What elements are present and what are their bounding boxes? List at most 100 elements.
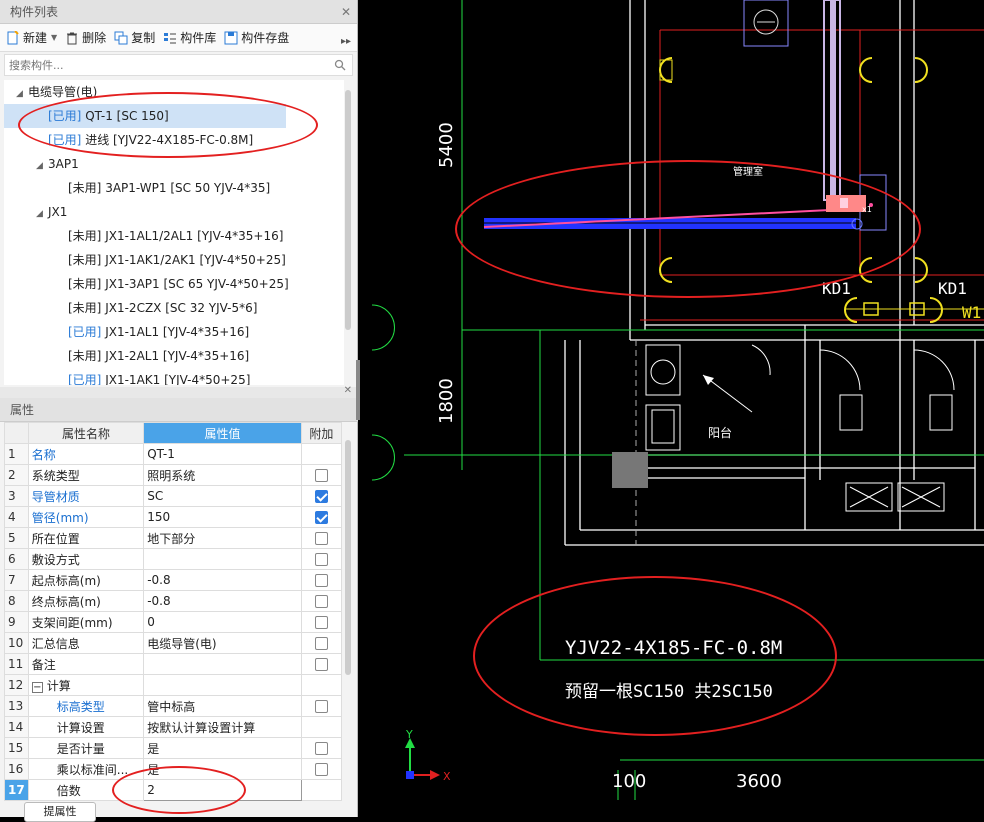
prop-value[interactable]	[143, 548, 302, 570]
more-icon[interactable]: ▸▸	[341, 36, 351, 47]
prop-value[interactable]: 是	[143, 758, 302, 780]
save-component-button[interactable]: 构件存盘	[224, 29, 289, 46]
table-row[interactable]: 8 终点标高(m) -0.8	[4, 590, 343, 612]
table-row[interactable]: 2 系统类型 照明系统	[4, 464, 343, 486]
prop-name: 是否计量	[27, 737, 145, 759]
delete-button[interactable]: 删除	[65, 29, 106, 46]
extra-cell	[300, 674, 343, 696]
tree-item-status: [未用]	[68, 301, 102, 315]
close-icon[interactable]: ✕	[341, 0, 351, 24]
node-label: x1	[862, 205, 872, 214]
extra-checkbox[interactable]	[314, 763, 328, 776]
search-bar	[4, 54, 353, 76]
w1-label: W1	[962, 303, 981, 322]
prop-value[interactable]: 按默认计算设置计算	[143, 716, 302, 738]
prop-value[interactable]: 电缆导管(电)	[143, 632, 302, 654]
collapse-arrow-icon[interactable]: ◢	[36, 154, 48, 178]
prop-value[interactable]: 地下部分	[143, 527, 302, 549]
prop-value[interactable]	[143, 653, 302, 675]
copy-icon	[114, 31, 128, 44]
tree-item-jinxian[interactable]: [已用] 进线 [YJV22-4X185-FC-0.8M]	[4, 128, 344, 152]
close-icon[interactable]: ✕	[344, 385, 352, 396]
collapse-arrow-icon[interactable]: ◢	[36, 202, 48, 226]
extra-checkbox[interactable]	[314, 490, 328, 503]
prop-value[interactable]: -0.8	[143, 569, 302, 591]
prop-name: 系统类型	[27, 464, 145, 486]
table-row[interactable]: 5 所在位置 地下部分	[4, 527, 343, 549]
extra-checkbox[interactable]	[314, 595, 328, 608]
tree-scrollbar[interactable]	[345, 90, 351, 330]
table-row[interactable]: 13 标高类型 管中标高	[4, 695, 343, 717]
search-input[interactable]	[9, 58, 334, 72]
extra-checkbox[interactable]	[314, 616, 328, 629]
table-row[interactable]: 4 管径(mm) 150	[4, 506, 343, 528]
table-row[interactable]: 11 备注	[4, 653, 343, 675]
table-row-selected[interactable]: 17 倍数 2	[4, 779, 343, 801]
table-row[interactable]: 7 起点标高(m) -0.8	[4, 569, 343, 591]
extra-checkbox[interactable]	[314, 532, 328, 545]
prop-value[interactable]: 是	[143, 737, 302, 759]
new-button[interactable]: 新建 ▼	[6, 29, 57, 46]
prop-value[interactable]: SC	[143, 485, 302, 507]
row-index: 9	[4, 611, 29, 633]
tree-item-label: 3AP1-WP1 [SC 50 YJV-4*35]	[105, 181, 271, 195]
table-row[interactable]: 10 汇总信息 电缆导管(电)	[4, 632, 343, 654]
tree-group-3ap1[interactable]: ◢ 3AP1	[4, 152, 344, 176]
chevron-down-icon[interactable]: ▼	[51, 33, 57, 42]
extract-props-button[interactable]: 提属性	[24, 802, 96, 822]
copy-button[interactable]: 复制	[114, 29, 155, 46]
collapse-icon[interactable]: −	[31, 681, 43, 693]
prop-value[interactable]: -0.8	[143, 590, 302, 612]
extra-checkbox[interactable]	[314, 511, 328, 524]
row-index: 1	[4, 443, 29, 465]
row-index: 3	[4, 485, 29, 507]
table-row[interactable]: 1 名称 QT-1	[4, 443, 343, 465]
tree-item[interactable]: [未用] JX1-2CZX [SC 32 YJV-5*6]	[4, 296, 344, 320]
tree-root[interactable]: ◢ 电缆导管(电)	[4, 80, 344, 104]
extra-checkbox[interactable]	[314, 553, 328, 566]
table-row[interactable]: 15 是否计量是	[4, 737, 343, 759]
tree-item[interactable]: [已用] JX1-1AL1 [YJV-4*35+16]	[4, 320, 344, 344]
search-icon[interactable]	[334, 59, 346, 71]
prop-value[interactable]: 照明系统	[143, 464, 302, 486]
table-row[interactable]: 12− 计算	[4, 674, 343, 696]
table-row[interactable]: 6 敷设方式	[4, 548, 343, 570]
table-row[interactable]: 16 乘以标准间... 是	[4, 758, 343, 780]
conduit-spec-note: 预留一根SC150 共2SC150	[565, 682, 773, 702]
extra-checkbox[interactable]	[314, 637, 328, 650]
row-index: 17	[4, 779, 29, 801]
tree-item-status: [未用]	[68, 229, 102, 243]
prop-value[interactable]: 150	[143, 506, 302, 528]
tree-item[interactable]: [未用] 3AP1-WP1 [SC 50 YJV-4*35]	[4, 176, 344, 200]
tree-item-label: 进线 [YJV22-4X185-FC-0.8M]	[85, 133, 254, 147]
prop-value[interactable]: QT-1	[143, 443, 302, 465]
table-row[interactable]: 9 支架间距(mm) 0	[4, 611, 343, 633]
tree-item[interactable]: [未用] JX1-1AL1/2AL1 [YJV-4*35+16]	[4, 224, 344, 248]
extra-checkbox[interactable]	[314, 700, 328, 713]
props-scrollbar[interactable]	[345, 440, 351, 675]
extra-checkbox[interactable]	[314, 469, 328, 482]
prop-value[interactable]: 0	[143, 611, 302, 633]
extra-checkbox[interactable]	[314, 574, 328, 587]
tree-item[interactable]: [未用] JX1-1AK1/2AK1 [YJV-4*50+25]	[4, 248, 344, 272]
components-panel-header: 构件列表 ✕	[0, 0, 357, 24]
extra-checkbox[interactable]	[314, 742, 328, 755]
table-row[interactable]: 3 导管材质 SC	[4, 485, 343, 507]
collapse-arrow-icon[interactable]: ◢	[16, 82, 28, 106]
extra-checkbox[interactable]	[314, 658, 328, 671]
tree-item-qt1[interactable]: [已用] QT-1 [SC 150]	[4, 104, 286, 128]
multiplier-input[interactable]: 2	[143, 779, 302, 801]
tree-item[interactable]: [未用] JX1-2AL1 [YJV-4*35+16]	[4, 344, 344, 368]
tree-item[interactable]: [未用] JX1-3AP1 [SC 65 YJV-4*50+25]	[4, 272, 344, 296]
tree-group-jx1[interactable]: ◢ JX1	[4, 200, 344, 224]
kd1-label-left: KD1	[822, 279, 851, 298]
tree-item[interactable]: [已用] JX1-1AK1 [YJV-4*50+25]	[4, 368, 344, 385]
table-row[interactable]: 14 计算设置 按默认计算设置计算	[4, 716, 343, 738]
tree-item-label: JX1-2AL1 [YJV-4*35+16]	[105, 349, 250, 363]
kd1-label-right: KD1	[938, 279, 967, 298]
new-file-icon	[7, 30, 19, 44]
new-button-label: 新建	[23, 31, 48, 45]
prop-value[interactable]: 管中标高	[143, 695, 302, 717]
cad-drawing-canvas[interactable]: x1 5400 1800 100 3600 管理室 阳台 KD1 KD1 W1 …	[360, 0, 984, 817]
library-button[interactable]: 构件库	[163, 29, 216, 46]
